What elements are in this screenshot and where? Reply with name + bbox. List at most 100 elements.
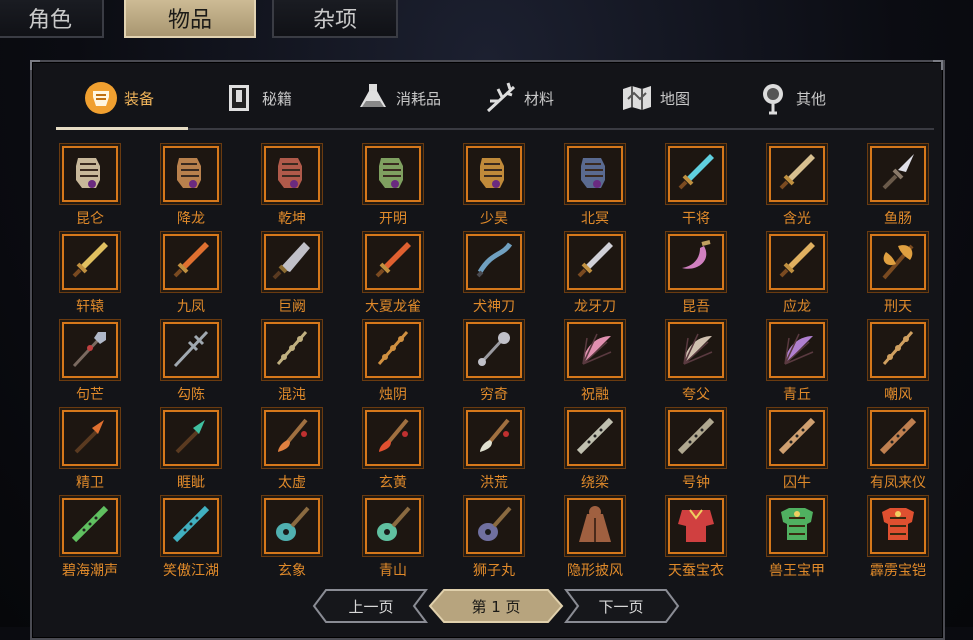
sword-icon xyxy=(775,150,819,198)
item-slot[interactable]: 穷奇 xyxy=(444,322,544,408)
item-slot[interactable]: 号钟 xyxy=(646,410,746,496)
item-slot[interactable]: 囚牛 xyxy=(747,410,847,496)
item-frame xyxy=(668,146,724,202)
item-name: 开明 xyxy=(379,211,407,227)
item-slot[interactable]: 玄象 xyxy=(242,498,342,584)
next-page-label[interactable]: 下一页 xyxy=(562,589,680,623)
item-slot[interactable]: 笑傲江湖 xyxy=(141,498,241,584)
item-frame xyxy=(567,322,623,378)
lantern-icon xyxy=(756,81,790,115)
item-slot[interactable]: 干将 xyxy=(646,146,746,232)
item-name: 洪荒 xyxy=(480,475,508,491)
tab-label: 秘籍 xyxy=(262,89,293,108)
broadsword-icon xyxy=(270,238,314,286)
item-slot[interactable]: 北冥 xyxy=(545,146,645,232)
item-slot[interactable]: 烛阴 xyxy=(343,322,443,408)
item-frame xyxy=(567,410,623,466)
item-slot[interactable]: 玄黄 xyxy=(343,410,443,496)
item-name: 昆吾 xyxy=(682,299,710,315)
dagger-icon xyxy=(876,150,920,198)
item-slot[interactable]: 降龙 xyxy=(141,146,241,232)
item-frame xyxy=(62,234,118,290)
item-name: 龙牙刀 xyxy=(574,299,616,315)
item-slot[interactable]: 嘲风 xyxy=(848,322,948,408)
item-slot[interactable]: 大夏龙雀 xyxy=(343,234,443,320)
item-slot[interactable]: 天蚕宝衣 xyxy=(646,498,746,584)
item-name: 混沌 xyxy=(278,387,306,403)
item-slot[interactable]: 狮子丸 xyxy=(444,498,544,584)
panel-corner xyxy=(30,60,40,70)
item-slot[interactable]: 太虚 xyxy=(242,410,342,496)
item-slot[interactable]: 混沌 xyxy=(242,322,342,408)
item-slot[interactable]: 九凤 xyxy=(141,234,241,320)
tab-label: 杂项 xyxy=(312,8,357,33)
item-slot[interactable]: 青山 xyxy=(343,498,443,584)
brush-icon xyxy=(472,414,516,462)
item-slot[interactable]: 句芒 xyxy=(40,322,140,408)
tab-label: 地图 xyxy=(660,89,691,108)
tab-equipment[interactable]: 装备 xyxy=(84,70,154,126)
item-slot[interactable]: 霹雳宝铠 xyxy=(848,498,948,584)
tab-materials[interactable]: 材料 xyxy=(484,70,554,126)
item-slot[interactable]: 鱼肠 xyxy=(848,146,948,232)
item-name: 轩辕 xyxy=(76,299,104,315)
armor-icon xyxy=(84,81,118,115)
item-slot[interactable]: 刑天 xyxy=(848,234,948,320)
sword-icon xyxy=(169,238,213,286)
item-frame xyxy=(163,234,219,290)
item-slot[interactable]: 绕梁 xyxy=(545,410,645,496)
item-name: 鱼肠 xyxy=(884,211,912,227)
item-frame xyxy=(870,234,926,290)
item-slot[interactable]: 兽王宝甲 xyxy=(747,498,847,584)
item-slot[interactable]: 犬神刀 xyxy=(444,234,544,320)
item-frame xyxy=(466,146,522,202)
item-slot[interactable]: 巨阙 xyxy=(242,234,342,320)
item-slot[interactable]: 乾坤 xyxy=(242,146,342,232)
item-slot[interactable]: 龙牙刀 xyxy=(545,234,645,320)
item-name: 太虚 xyxy=(278,475,306,491)
item-frame xyxy=(769,498,825,554)
item-name: 昆仑 xyxy=(76,211,104,227)
flute-icon xyxy=(775,414,819,462)
item-frame xyxy=(466,234,522,290)
prev-page-label[interactable]: 上一页 xyxy=(312,589,430,623)
item-slot[interactable]: 碧海潮声 xyxy=(40,498,140,584)
item-name: 大夏龙雀 xyxy=(365,299,421,315)
fan-icon xyxy=(674,326,718,374)
item-name: 北冥 xyxy=(581,211,609,227)
tab-others[interactable]: 其他 xyxy=(756,70,826,126)
item-slot[interactable]: 睚眦 xyxy=(141,410,241,496)
tab-items[interactable]: 物品 xyxy=(124,0,256,38)
sword-icon xyxy=(775,238,819,286)
chest-armor-icon xyxy=(876,502,920,550)
chest-armor-icon xyxy=(775,502,819,550)
item-name: 笑傲江湖 xyxy=(163,563,219,579)
tab-consumables[interactable]: 消耗品 xyxy=(356,70,441,126)
tab-misc[interactable]: 杂项 xyxy=(272,0,398,38)
item-slot[interactable]: 轩辕 xyxy=(40,234,140,320)
pipa-icon xyxy=(270,502,314,550)
item-frame xyxy=(264,146,320,202)
item-slot[interactable]: 有凤来仪 xyxy=(848,410,948,496)
tab-manuals[interactable]: 秘籍 xyxy=(222,70,292,126)
item-frame xyxy=(264,322,320,378)
item-slot[interactable]: 昆吾 xyxy=(646,234,746,320)
tab-character[interactable]: 角色 xyxy=(0,0,104,38)
item-slot[interactable]: 少昊 xyxy=(444,146,544,232)
item-slot[interactable]: 夸父 xyxy=(646,322,746,408)
item-slot[interactable]: 含光 xyxy=(747,146,847,232)
item-slot[interactable]: 精卫 xyxy=(40,410,140,496)
item-slot[interactable]: 洪荒 xyxy=(444,410,544,496)
item-slot[interactable]: 隐形披风 xyxy=(545,498,645,584)
item-slot[interactable]: 应龙 xyxy=(747,234,847,320)
item-slot[interactable]: 开明 xyxy=(343,146,443,232)
book-icon xyxy=(222,81,256,115)
item-slot[interactable]: 青丘 xyxy=(747,322,847,408)
tab-maps[interactable]: 地图 xyxy=(620,70,690,126)
item-slot[interactable]: 祝融 xyxy=(545,322,645,408)
item-name: 青山 xyxy=(379,563,407,579)
item-frame xyxy=(668,410,724,466)
item-slot[interactable]: 勾陈 xyxy=(141,322,241,408)
scimitar-icon xyxy=(674,238,718,286)
item-slot[interactable]: 昆仑 xyxy=(40,146,140,232)
